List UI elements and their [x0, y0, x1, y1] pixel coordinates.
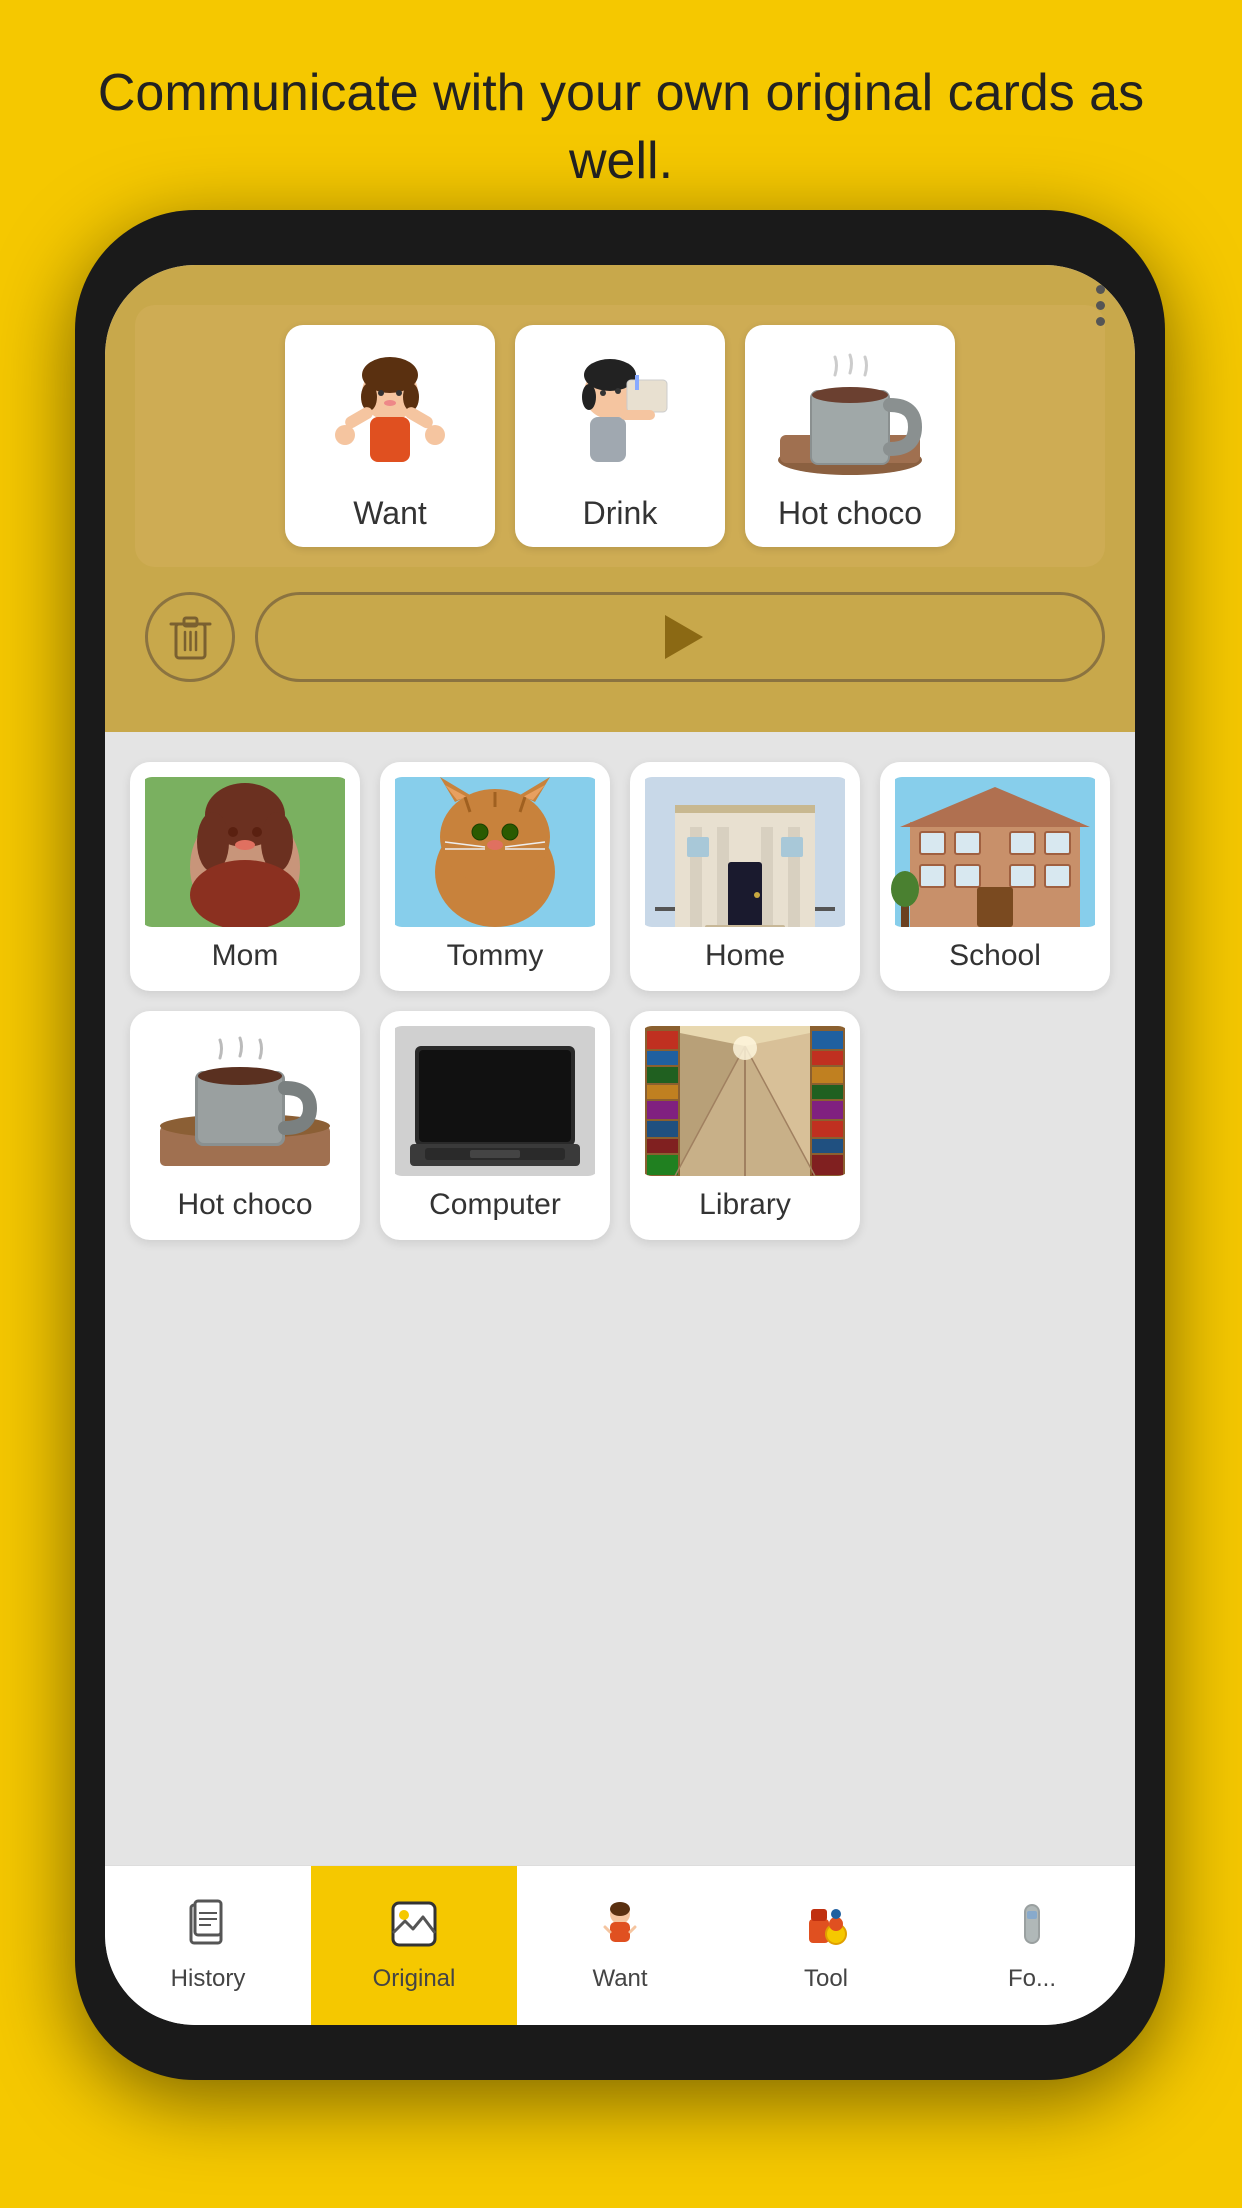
- grid-card-hotchoco2-label: Hot choco: [177, 1188, 312, 1222]
- nav-history[interactable]: History: [105, 1866, 311, 2025]
- card-want[interactable]: Want: [285, 325, 495, 547]
- original-icon: [389, 1899, 439, 1957]
- grid-card-computer-image: [390, 1026, 600, 1176]
- nav-want-label: Want: [592, 1965, 647, 1993]
- grid-card-library[interactable]: Library: [630, 1011, 860, 1240]
- card-drink[interactable]: Drink: [515, 325, 725, 547]
- grid-card-school[interactable]: School: [880, 762, 1110, 991]
- nav-food[interactable]: Fo...: [929, 1866, 1135, 2025]
- card-drink-image: [540, 345, 700, 485]
- card-hotchoco-label: Hot choco: [778, 495, 922, 532]
- card-want-image: [310, 345, 470, 485]
- cards-grid: Mom: [130, 762, 1110, 1240]
- grid-card-mom-image: [140, 777, 350, 927]
- bottom-nav: History Original: [105, 1865, 1135, 2025]
- nav-food-label: Fo...: [1008, 1965, 1056, 1993]
- grid-card-computer-label: Computer: [429, 1188, 561, 1222]
- nav-tool[interactable]: Tool: [723, 1866, 929, 2025]
- selected-cards-row: Want: [135, 305, 1105, 567]
- tool-icon: [801, 1899, 851, 1957]
- food-icon: [1007, 1899, 1057, 1957]
- grid-card-home-label: Home: [705, 939, 785, 973]
- grid-card-school-label: School: [949, 939, 1041, 973]
- grid-card-mom-label: Mom: [212, 939, 279, 973]
- grid-card-hotchoco2[interactable]: Hot choco: [130, 1011, 360, 1240]
- grid-card-tommy[interactable]: Tommy: [380, 762, 610, 991]
- nav-history-label: History: [171, 1965, 246, 1993]
- grid-card-computer[interactable]: Computer: [380, 1011, 610, 1240]
- grid-card-mom[interactable]: Mom: [130, 762, 360, 991]
- grid-card-home-image: [640, 777, 850, 927]
- card-hotchoco-image: [770, 345, 930, 485]
- headline: Communicate with your own original cards…: [0, 60, 1242, 195]
- grid-card-tommy-label: Tommy: [447, 939, 544, 973]
- grid-card-school-image: [890, 777, 1100, 927]
- grid-section: Mom: [105, 732, 1135, 1865]
- top-section: Want: [105, 265, 1135, 732]
- card-hotchoco[interactable]: Hot choco: [745, 325, 955, 547]
- nav-original-label: Original: [373, 1965, 456, 1993]
- menu-button[interactable]: [1096, 285, 1105, 326]
- card-want-label: Want: [353, 495, 427, 532]
- grid-card-tommy-image: [390, 777, 600, 927]
- play-button[interactable]: [255, 592, 1105, 682]
- nav-want[interactable]: Want: [517, 1866, 723, 2025]
- card-drink-label: Drink: [583, 495, 658, 532]
- nav-tool-label: Tool: [804, 1965, 848, 1993]
- nav-original[interactable]: Original: [311, 1866, 517, 2025]
- delete-button[interactable]: [145, 592, 235, 682]
- phone-screen: Want: [105, 265, 1135, 2025]
- grid-card-home[interactable]: Home: [630, 762, 860, 991]
- play-icon: [665, 615, 703, 659]
- grid-card-hotchoco2-image: [140, 1026, 350, 1176]
- grid-card-library-image: [640, 1026, 850, 1176]
- controls-row: [135, 592, 1105, 682]
- want-icon: [595, 1899, 645, 1957]
- phone-frame: Want: [75, 210, 1165, 2080]
- grid-card-library-label: Library: [699, 1188, 791, 1222]
- history-icon: [183, 1899, 233, 1957]
